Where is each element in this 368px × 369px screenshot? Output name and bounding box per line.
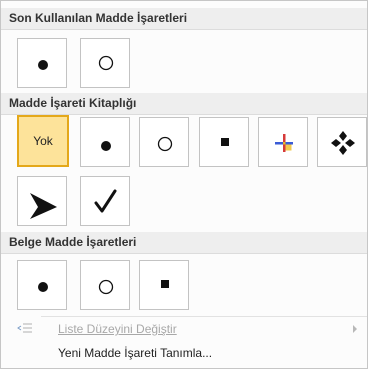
bullet-library-header: Madde İşareti Kitaplığı — [1, 93, 367, 115]
hollow-circle-icon — [98, 279, 114, 295]
document-bullets-header: Belge Madde İşaretleri — [1, 232, 367, 254]
define-new-bullet-command[interactable]: Yeni Madde İşareti Tanımla... — [1, 342, 367, 364]
bullet-none-tile[interactable]: Yok — [17, 115, 69, 167]
filled-circle-icon — [38, 282, 48, 292]
filled-circle-icon — [101, 141, 111, 151]
document-bullets-title: Belge Madde İşaretleri — [9, 235, 137, 249]
four-diamond-icon — [331, 131, 355, 155]
library-bullet-filled-square[interactable] — [199, 117, 249, 167]
change-list-level-label: Liste Düzeyini Değiştir — [58, 322, 177, 336]
change-list-level-command[interactable]: Liste Düzeyini Değiştir — [1, 318, 367, 340]
bullet-library-title: Madde İşareti Kitaplığı — [9, 96, 137, 110]
document-bullet-filled-circle[interactable] — [17, 260, 67, 310]
library-bullet-color-plus[interactable] — [258, 117, 308, 167]
recent-bullets-title: Son Kullanılan Madde İşaretleri — [9, 11, 188, 25]
submenu-arrow-icon — [353, 325, 357, 333]
arrowhead-icon — [30, 193, 57, 219]
checkmark-icon — [94, 189, 117, 213]
filled-square-icon — [161, 280, 169, 288]
recent-bullet-filled-circle[interactable] — [17, 38, 67, 88]
library-bullet-arrowhead[interactable] — [17, 176, 67, 226]
filled-circle-icon — [38, 60, 48, 70]
library-bullet-four-diamond[interactable] — [317, 117, 367, 167]
library-bullet-filled-circle[interactable] — [80, 117, 130, 167]
recent-bullets-header: Son Kullanılan Madde İşaretleri — [1, 8, 367, 30]
bullet-none-label: Yok — [33, 134, 53, 148]
library-bullet-hollow-circle[interactable] — [139, 117, 189, 167]
library-bullet-checkmark[interactable] — [80, 176, 130, 226]
document-bullet-filled-square[interactable] — [139, 260, 189, 310]
hollow-circle-icon — [157, 136, 173, 152]
menu-divider — [41, 316, 367, 317]
filled-square-icon — [221, 138, 229, 146]
bullet-library-menu: Son Kullanılan Madde İşaretleri Madde İş… — [0, 0, 368, 369]
recent-bullet-hollow-circle[interactable] — [80, 38, 130, 88]
define-new-bullet-label: Yeni Madde İşareti Tanımla... — [58, 346, 213, 360]
document-bullet-hollow-circle[interactable] — [80, 260, 130, 310]
color-plus-icon — [275, 134, 293, 152]
list-level-icon — [17, 323, 32, 333]
hollow-circle-icon — [98, 55, 114, 71]
